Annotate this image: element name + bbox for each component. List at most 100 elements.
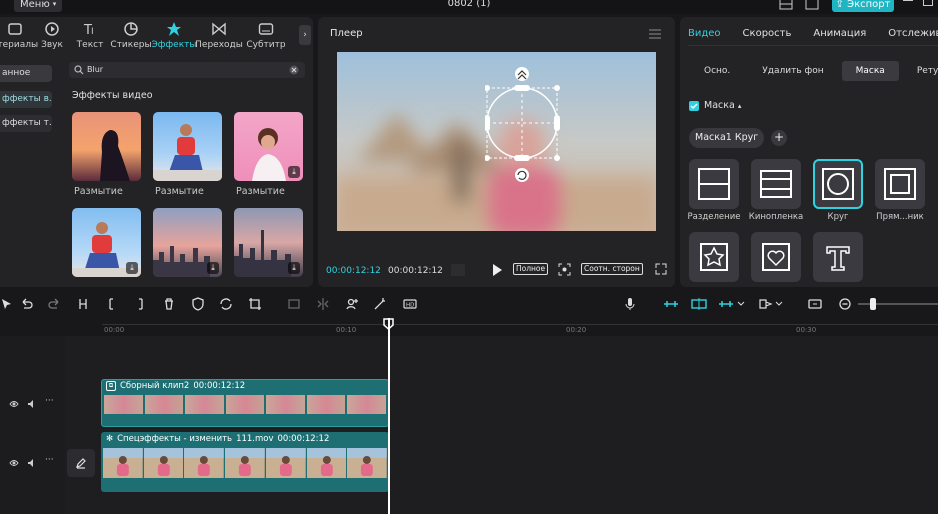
effect-thumbnail[interactable]: ⤓ <box>72 208 141 277</box>
mask-checkbox[interactable] <box>689 101 699 111</box>
compare-icon[interactable] <box>758 297 786 311</box>
tab-text[interactable]: TI Текст <box>70 17 110 53</box>
trim-right-icon[interactable] <box>133 297 147 311</box>
playhead[interactable] <box>388 318 390 514</box>
microphone-icon[interactable] <box>623 297 637 311</box>
heart-mask-icon <box>762 243 790 271</box>
layout-icon[interactable] <box>779 0 793 10</box>
mask-option-filmstrip[interactable] <box>751 159 801 209</box>
playhead-handle-icon[interactable] <box>383 318 394 330</box>
search-input[interactable]: Blur <box>69 62 305 78</box>
properties-panel: Видео Скорость Анимация Отслеживани Осно… <box>680 17 938 287</box>
mask-option-label: Разделение <box>687 212 741 222</box>
select-cursor-icon[interactable] <box>0 297 14 311</box>
mask-option-star[interactable] <box>689 232 739 282</box>
redo-icon[interactable] <box>48 297 62 311</box>
tab-video[interactable]: Видео <box>688 28 721 39</box>
sidebar-item-body-effects[interactable]: ффекты т... <box>0 115 52 132</box>
more-icon[interactable]: ··· <box>45 396 54 406</box>
crop-icon[interactable] <box>248 297 262 311</box>
circle-mask-overlay[interactable] <box>485 64 560 204</box>
tab-label: атериалы <box>0 39 39 50</box>
compound-clip[interactable]: ⧉ Сборный клип2 00:00:12:12 <box>101 379 389 427</box>
mask-option-split[interactable] <box>689 159 739 209</box>
aspect-ratio-button[interactable]: Соотн. сторон <box>581 263 643 275</box>
screen-icon[interactable] <box>808 297 822 311</box>
tab-stickers[interactable]: Стикеры <box>110 17 152 53</box>
split-icon[interactable] <box>76 297 90 311</box>
preview-axis-icon[interactable] <box>717 297 747 311</box>
effect-thumbnail[interactable] <box>153 112 222 181</box>
mask-option-circle[interactable] <box>813 159 863 209</box>
hd-icon[interactable]: HD <box>403 297 417 311</box>
reverse-icon[interactable] <box>219 297 233 311</box>
minimize-icon[interactable] <box>903 0 913 1</box>
tab-transitions[interactable]: Переходы <box>195 17 243 53</box>
speaker-icon[interactable] <box>27 458 37 468</box>
delete-icon[interactable] <box>162 297 176 311</box>
magnet-icon[interactable] <box>690 297 708 311</box>
media-panel: атериалы Звук TI Текст Стикеры Эффекты П… <box>0 17 313 287</box>
more-icon[interactable]: ··· <box>45 455 54 465</box>
download-icon[interactable]: ⤓ <box>207 262 219 274</box>
effect-thumbnail[interactable]: ⤓ <box>153 208 222 277</box>
mirror-icon[interactable] <box>316 297 330 311</box>
speaker-icon[interactable] <box>27 399 37 409</box>
expand-icon[interactable] <box>655 263 667 275</box>
person-plus-icon[interactable] <box>345 297 359 311</box>
eye-icon[interactable] <box>9 458 19 468</box>
mask-option-text[interactable] <box>813 232 863 282</box>
mask-option-rectangle[interactable] <box>875 159 925 209</box>
video-clip[interactable]: ✻ Спецэффекты - изменить 111.mov 00:00:1… <box>101 432 389 492</box>
tab-tracking[interactable]: Отслеживани <box>888 28 938 39</box>
freeze-icon[interactable] <box>287 297 301 311</box>
download-icon[interactable]: ⤓ <box>288 262 300 274</box>
tab-materials[interactable]: атериалы <box>0 17 38 53</box>
export-button[interactable]: ⇪ Экспорт <box>832 0 894 12</box>
zoom-slider-handle[interactable] <box>870 298 876 310</box>
mask-section-label[interactable]: Маска ▴ <box>704 100 741 111</box>
focus-icon[interactable] <box>558 263 571 276</box>
trim-left-icon[interactable] <box>105 297 119 311</box>
add-mask-icon[interactable]: + <box>771 130 787 146</box>
shortcuts-icon[interactable] <box>805 0 819 10</box>
eye-icon[interactable] <box>9 399 19 409</box>
link-tracks-icon[interactable] <box>662 297 680 311</box>
magic-wand-icon[interactable] <box>373 297 387 311</box>
clear-search-icon[interactable] <box>289 65 299 75</box>
sidebar-item-video-effects[interactable]: ффекты в... <box>0 91 52 108</box>
download-icon[interactable]: ⤓ <box>126 262 138 274</box>
tab-effects[interactable]: Эффекты <box>152 17 197 53</box>
download-icon[interactable]: ⤓ <box>288 166 300 178</box>
mask-chip[interactable]: Маска1 Круг <box>689 128 765 148</box>
chevron-right-icon[interactable]: › <box>299 25 311 45</box>
maximize-icon[interactable] <box>923 0 933 6</box>
svg-text:HD: HD <box>406 303 414 309</box>
tab-remove-bg[interactable]: Удалить фон <box>748 61 837 81</box>
sidebar-item-selected[interactable]: анное <box>0 65 52 82</box>
tab-audio[interactable]: Звук <box>34 17 70 53</box>
fullscreen-quality-button[interactable]: Полное <box>513 263 549 275</box>
tab-speed[interactable]: Скорость <box>743 28 792 39</box>
mask-option-heart[interactable] <box>751 232 801 282</box>
tab-basic[interactable]: Осно. <box>690 61 744 81</box>
tab-retouch[interactable]: Ретуш <box>903 61 938 81</box>
edit-cover-button[interactable] <box>67 449 95 477</box>
tab-animation[interactable]: Анимация <box>813 28 866 39</box>
video-preview[interactable] <box>337 52 656 231</box>
clip-header: ⧉ Сборный клип2 00:00:12:12 <box>106 381 245 391</box>
tab-subtitles[interactable]: Субтитр <box>242 17 290 53</box>
export-label: Экспорт <box>847 0 891 10</box>
tab-mask[interactable]: Маска <box>841 61 899 81</box>
effect-thumbnail[interactable]: ⤓ <box>234 208 303 277</box>
play-icon[interactable] <box>492 264 502 276</box>
effect-thumbnail[interactable]: ⤓ <box>234 112 303 181</box>
clip-file: 111.mov <box>236 434 274 444</box>
search-value: Blur <box>87 65 104 74</box>
undo-icon[interactable] <box>19 297 33 311</box>
effect-thumbnail[interactable] <box>72 112 141 181</box>
shield-icon[interactable] <box>191 297 205 311</box>
hamburger-menu-icon[interactable] <box>649 29 661 39</box>
circle-mask-icon <box>822 168 854 200</box>
zoom-out-icon[interactable] <box>838 297 852 311</box>
